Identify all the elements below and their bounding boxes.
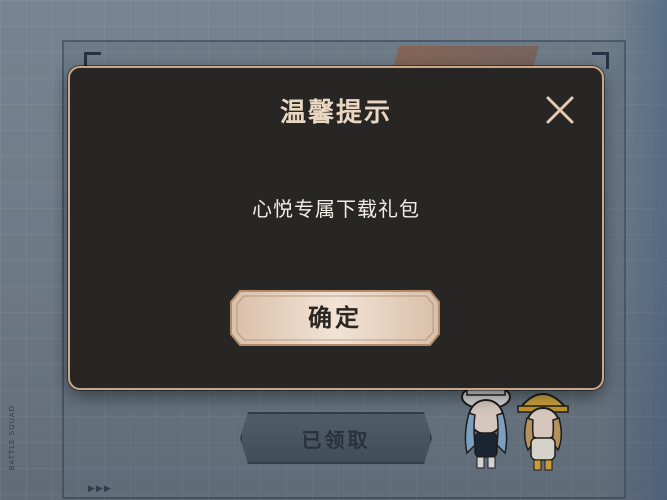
close-button[interactable] — [542, 92, 578, 128]
notice-dialog: 温馨提示 心悦专属下载礼包 确定 — [68, 66, 604, 390]
close-icon — [546, 96, 574, 124]
confirm-button-label: 确定 — [308, 304, 362, 332]
confirm-button[interactable]: 确定 — [230, 290, 440, 346]
dialog-message: 心悦专属下载礼包 — [252, 197, 420, 221]
dialog-title: 温馨提示 — [279, 98, 392, 128]
